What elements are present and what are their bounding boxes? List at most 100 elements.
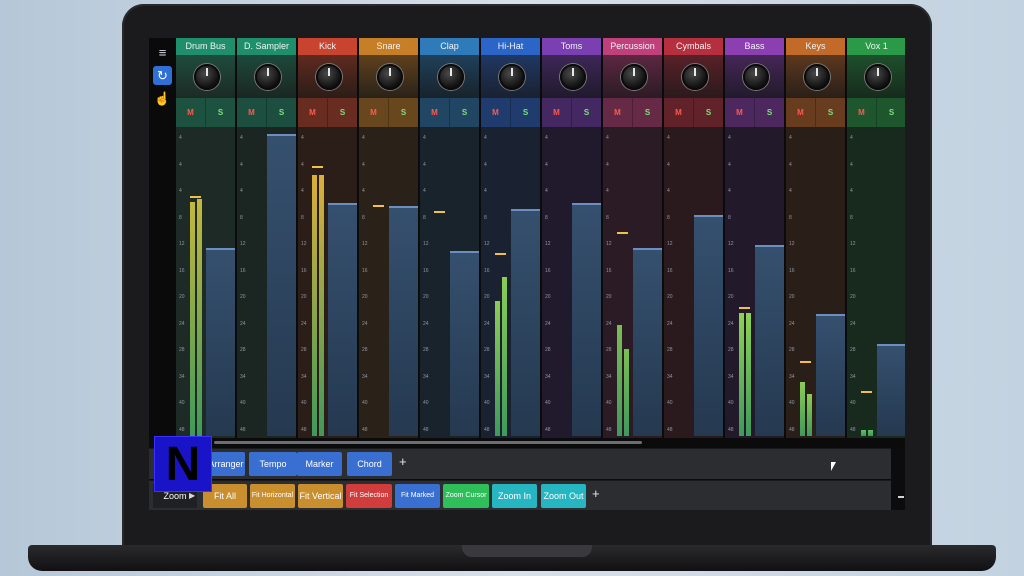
channel-name[interactable]: Snare [359,38,418,55]
channel-name[interactable]: Bass [725,38,784,55]
mute-button[interactable]: M [786,98,816,127]
solo-button[interactable]: S [450,98,479,127]
channel-name[interactable]: Hi-Hat [481,38,540,55]
zoom-option-button[interactable]: Zoom In [492,484,537,508]
hand-cursor-icon[interactable]: ☝ [153,89,172,108]
zoom-option-button[interactable]: Fit Marked [395,484,440,508]
volume-fader[interactable] [633,248,662,436]
volume-fader[interactable] [816,314,845,436]
channel-name[interactable]: Vox 1 [847,38,905,55]
mute-button[interactable]: M [664,98,694,127]
db-scale-label: 34 [728,373,734,380]
channel-name[interactable]: D. Sampler [237,38,296,55]
pan-knob[interactable] [682,64,708,90]
pan-knob[interactable] [438,64,464,90]
volume-fader[interactable] [206,248,235,436]
loop-icon[interactable]: ↻ [153,66,172,85]
channel-name[interactable]: Kick [298,38,357,55]
db-scale-label: 8 [179,214,182,221]
zoom-option-button[interactable]: Zoom Out [541,484,586,508]
db-scale-label: 4 [362,161,365,168]
pan-knob[interactable] [804,64,830,90]
track-type-button[interactable]: Tempo [249,452,297,476]
pan-knob[interactable] [499,64,525,90]
zoom-option-button[interactable]: Fit Vertical [298,484,343,508]
volume-fader[interactable] [267,134,296,436]
db-scale-label: 48 [606,426,612,433]
pan-knob[interactable] [865,64,891,90]
solo-button[interactable]: S [694,98,723,127]
volume-fader[interactable] [511,209,540,436]
solo-button[interactable]: S [877,98,905,127]
pan-knob[interactable] [316,64,342,90]
mute-button[interactable]: M [481,98,511,127]
mute-button[interactable]: M [542,98,572,127]
mute-button[interactable]: M [603,98,633,127]
pan-knob[interactable] [743,64,769,90]
db-scale-label: 8 [728,214,731,221]
solo-button[interactable]: S [267,98,296,127]
mute-button[interactable]: M [420,98,450,127]
db-scale-label: 40 [728,400,734,406]
volume-fader[interactable] [877,344,905,436]
track-type-button[interactable]: Chord [347,452,392,476]
solo-button[interactable]: S [633,98,662,127]
mute-button[interactable]: M [847,98,877,127]
db-scale-label: 12 [789,241,795,247]
level-meter [807,394,812,436]
add-button[interactable]: + [592,486,600,501]
solo-button[interactable]: S [572,98,601,127]
mute-button[interactable]: M [176,98,206,127]
zoom-option-button[interactable]: Zoom Cursor [443,484,489,508]
track-type-button[interactable]: Arranger [207,452,245,476]
solo-button[interactable]: S [816,98,845,127]
channel-name[interactable]: Toms [542,38,601,55]
db-scale-label: 40 [545,400,551,406]
volume-fader[interactable] [389,206,418,436]
channel-name[interactable]: Cymbals [664,38,723,55]
pan-knob[interactable] [377,64,403,90]
solo-button[interactable]: S [206,98,235,127]
db-scale-label: 48 [179,426,185,433]
zoom-option-button[interactable]: Fit Selection [346,484,392,508]
logo: N [154,436,212,492]
add-button[interactable]: + [399,454,407,469]
channel-name[interactable]: Keys [786,38,845,55]
fader-area: 4 4 4 8 12 16 20 24 28 34 40 48 [176,127,236,438]
fader-area: 4 4 4 8 12 16 20 24 28 34 40 48 [847,127,905,438]
channel-name[interactable]: Drum Bus [176,38,235,55]
volume-fader[interactable] [450,251,479,436]
track-type-button[interactable]: Marker [297,452,342,476]
volume-fader[interactable] [755,245,784,436]
solo-button[interactable]: S [389,98,418,127]
zoom-option-button[interactable]: Fit Horizontal [250,484,295,508]
mixer-icon[interactable]: ≡ [153,43,172,62]
volume-fader[interactable] [572,203,601,436]
mute-button[interactable]: M [359,98,389,127]
mute-button[interactable]: M [298,98,328,127]
db-scale-label: 20 [606,294,612,300]
db-scale-label: 24 [850,320,856,327]
db-scale-label: 34 [301,373,307,380]
volume-fader[interactable] [328,203,357,436]
mute-button[interactable]: M [725,98,755,127]
solo-button[interactable]: S [511,98,540,127]
pan-knob[interactable] [194,64,220,90]
mute-button[interactable]: M [237,98,267,127]
db-scale-label: 48 [362,426,368,433]
db-scale-label: 4 [301,188,304,194]
pan-knob[interactable] [621,64,647,90]
channel-name[interactable]: Percussion [603,38,662,55]
solo-button[interactable]: S [328,98,357,127]
db-scale: 4 4 4 8 12 16 20 24 28 34 40 48 [484,127,494,433]
level-meter [624,349,629,436]
solo-button[interactable]: S [755,98,784,127]
pan-knob[interactable] [560,64,586,90]
db-scale-label: 48 [484,426,490,433]
db-scale-label: 48 [789,426,795,433]
volume-fader[interactable] [694,215,723,436]
pan-knob[interactable] [255,64,281,90]
peak-indicator [495,253,506,255]
scroll-thumb[interactable] [214,441,642,444]
channel-name[interactable]: Clap [420,38,479,55]
